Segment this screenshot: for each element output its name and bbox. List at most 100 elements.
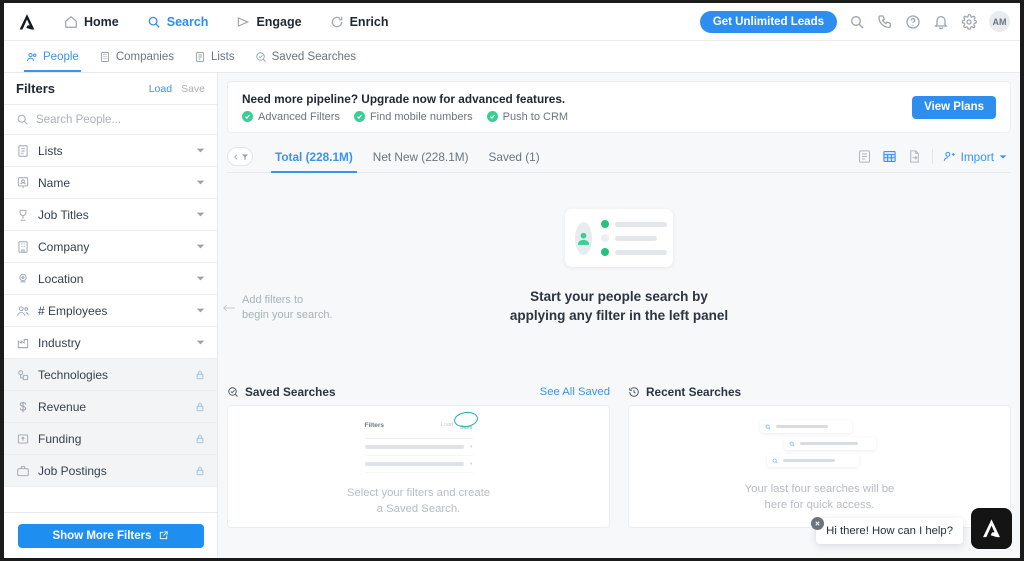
search-icon [16, 113, 29, 126]
placeholder-bar [615, 235, 657, 241]
tab-people[interactable]: People [16, 41, 89, 72]
app-window: Home Search Engage Enrich Get Unlimited … [4, 3, 1020, 558]
filter-row-company[interactable]: Company [4, 231, 217, 263]
close-icon[interactable] [811, 517, 824, 530]
mini-search-row [766, 454, 859, 467]
filter-row-revenue[interactable]: Revenue [4, 391, 217, 423]
recent-searches-caption: Your last four searches will be here for… [745, 481, 895, 513]
banner-feature-label: Find mobile numbers [369, 110, 473, 123]
export-icon[interactable] [907, 149, 922, 164]
saved-caption-line-1: Select your filters and create [346, 487, 491, 499]
people-icon [26, 51, 38, 63]
import-button[interactable]: Import [943, 150, 1007, 164]
empty-state-center: Start your people search by applying any… [218, 209, 1020, 325]
chevron-down-icon: ▾ [469, 444, 473, 450]
see-all-saved-link[interactable]: See All Saved [540, 386, 610, 398]
nav-item-search[interactable]: Search [132, 3, 223, 40]
top-nav-actions: Get Unlimited Leads AM [699, 3, 1010, 40]
banner-left: Need more pipeline? Upgrade now for adva… [242, 92, 912, 123]
empty-title-line-1: Start your people search by [530, 289, 708, 304]
apollo-logo[interactable] [4, 12, 50, 32]
filter-label-revenue: Revenue [38, 399, 87, 414]
page-body: Filters Load Save Lists [4, 73, 1020, 558]
get-unlimited-leads-button[interactable]: Get Unlimited Leads [699, 10, 837, 33]
nav-label-home: Home [84, 14, 119, 29]
help-circle-icon[interactable] [905, 14, 921, 30]
tab-label-companies: Companies [115, 50, 174, 63]
load-filters-link[interactable]: Load [149, 83, 172, 95]
apollo-logo-icon [983, 519, 1000, 538]
bottom-cards: Saved Searches See All Saved Filters Loa… [227, 385, 1011, 528]
filter-row-industry[interactable]: Industry [4, 327, 217, 359]
import-label: Import [960, 149, 994, 164]
list-view-icon[interactable] [857, 149, 872, 164]
filter-row-technologies[interactable]: Technologies [4, 359, 217, 391]
nav-item-enrich[interactable]: Enrich [316, 3, 403, 40]
filter-label-company: Company [38, 239, 90, 254]
bell-icon[interactable] [933, 14, 949, 30]
filter-row-employees[interactable]: # Employees [4, 295, 217, 327]
nav-label-engage: Engage [256, 14, 302, 29]
save-filters-link[interactable]: Save [181, 83, 205, 95]
tab-label-saved-searches: Saved Searches [271, 50, 357, 63]
tab-saved-searches[interactable]: Saved Searches [245, 41, 366, 72]
saved-searches-header: Saved Searches See All Saved [227, 385, 610, 399]
search-people-input[interactable] [36, 113, 205, 126]
filter-row-funding[interactable]: Funding [4, 423, 217, 455]
dollar-icon [16, 400, 30, 414]
search-icon[interactable] [849, 14, 865, 30]
phone-icon[interactable] [877, 14, 893, 30]
check-dot-icon [601, 220, 609, 228]
search-icon [765, 424, 771, 430]
gear-icon[interactable] [961, 13, 977, 30]
lock-icon [195, 465, 205, 477]
check-circle-icon [486, 111, 498, 122]
filter-row-location[interactable]: Location [4, 263, 217, 295]
tab-companies[interactable]: Companies [89, 41, 184, 72]
show-more-filters-label: Show More Filters [52, 529, 152, 542]
main-content: Need more pipeline? Upgrade now for adva… [218, 73, 1020, 558]
tab-lists[interactable]: Lists [184, 41, 245, 72]
tab-net-new[interactable]: Net New (228.1M) [363, 141, 479, 172]
avatar[interactable]: AM [989, 11, 1010, 32]
tab-total[interactable]: Total (228.1M) [265, 141, 363, 173]
filter-label-name: Name [38, 175, 71, 190]
nav-item-engage[interactable]: Engage [222, 3, 315, 40]
view-plans-button[interactable]: View Plans [912, 95, 996, 119]
chevron-down-icon [196, 338, 205, 347]
upgrade-banner: Need more pipeline? Upgrade now for adva… [227, 81, 1011, 133]
check-circle-icon [353, 111, 365, 122]
filter-label-funding: Funding [38, 431, 82, 446]
filter-label-job-postings: Job Postings [38, 463, 107, 478]
recent-search-illustration [754, 420, 886, 467]
saved-searches-title: Saved Searches [245, 385, 336, 399]
tab-saved[interactable]: Saved (1) [479, 141, 550, 172]
person-avatar-icon [575, 221, 592, 255]
table-view-icon[interactable] [882, 149, 897, 164]
mini-filters-row: Filters Load Save [364, 410, 479, 439]
collapse-filter-icon[interactable] [227, 147, 253, 166]
chevron-down-icon [196, 242, 205, 251]
placeholder-bar [364, 462, 464, 466]
mini-save-wrap: Save [453, 410, 479, 434]
filter-row-job-titles[interactable]: Job Titles [4, 199, 217, 231]
mini-filters-label: Filters [364, 421, 385, 429]
apollo-logo-icon [19, 13, 35, 29]
filter-row-lists[interactable]: Lists [4, 135, 217, 167]
people-icon [16, 304, 30, 318]
banner-feature-label: Push to CRM [502, 110, 569, 123]
chat-launcher-button[interactable] [971, 508, 1012, 549]
check-dot-icon [601, 248, 609, 256]
nav-item-home[interactable]: Home [50, 3, 133, 40]
refresh-icon [330, 15, 344, 29]
search-icon [772, 458, 778, 464]
chat-message-bubble[interactable]: Hi there! How can I help? [816, 518, 963, 544]
filter-row-name[interactable]: Name [4, 167, 217, 199]
banner-features: Advanced Filters Find mobile numbers Pus… [242, 111, 912, 123]
recent-caption-line-1: Your last four searches will be [744, 483, 895, 495]
filter-row-job-postings[interactable]: Job Postings [4, 455, 217, 487]
saved-search-icon [255, 51, 267, 63]
mini-search-row [783, 437, 876, 450]
filter-label-lists: Lists [38, 143, 63, 158]
show-more-filters-button[interactable]: Show More Filters [17, 523, 204, 548]
